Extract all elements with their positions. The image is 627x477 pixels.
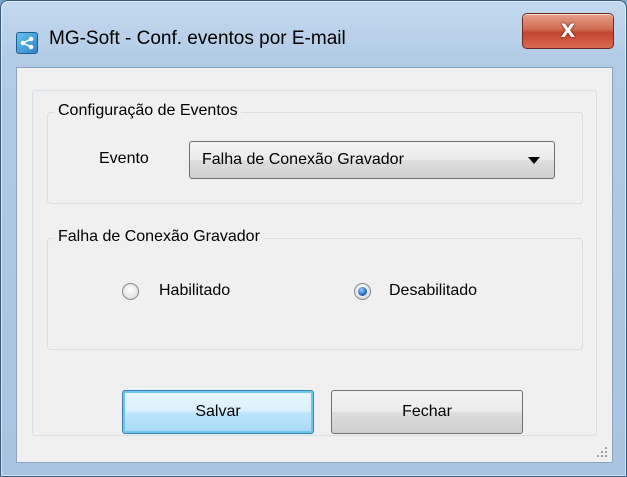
dialog-window: MG-Soft - Conf. eventos por E-mail X Con… [0, 0, 627, 477]
resize-grip-icon[interactable] [596, 446, 608, 458]
habilitado-label[interactable]: Habilitado [159, 282, 230, 300]
title-bar[interactable]: MG-Soft - Conf. eventos por E-mail X [1, 1, 626, 61]
close-window-button[interactable]: X [522, 13, 614, 49]
config-events-legend: Configuração de Eventos [55, 102, 241, 120]
desabilitado-label[interactable]: Desabilitado [389, 282, 477, 300]
close-button[interactable]: Fechar [331, 390, 523, 434]
dialog-client-area: Configuração de Eventos Evento Falha de … [16, 67, 613, 463]
desabilitado-radio[interactable] [354, 283, 371, 300]
window-title: MG-Soft - Conf. eventos por E-mail [49, 28, 346, 49]
radio-selected-dot [358, 287, 367, 296]
close-icon: X [560, 20, 576, 42]
habilitado-radio[interactable] [122, 283, 139, 300]
event-label: Evento [99, 150, 149, 167]
event-dropdown[interactable]: Falha de Conexão Gravador [189, 141, 555, 179]
chevron-down-icon[interactable] [528, 157, 540, 164]
event-dropdown-value: Falha de Conexão Gravador [202, 151, 404, 168]
save-button[interactable]: Salvar [122, 390, 314, 434]
app-share-icon [16, 32, 38, 54]
connection-failure-legend: Falha de Conexão Gravador [55, 228, 263, 246]
